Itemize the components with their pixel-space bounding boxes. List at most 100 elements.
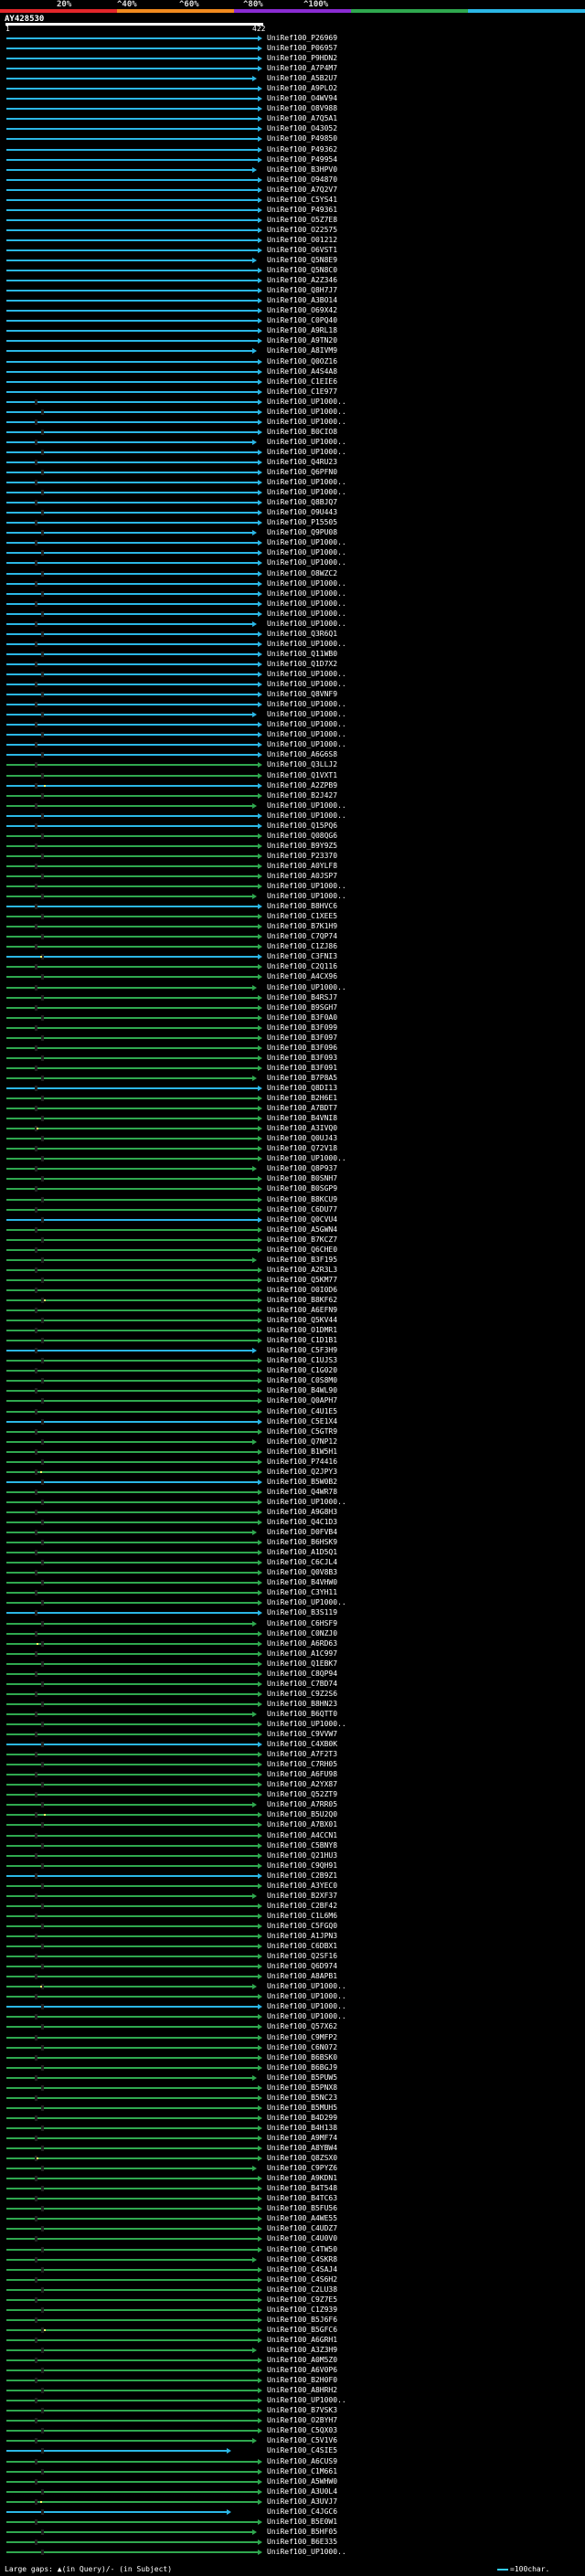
hit-label[interactable]: UniRef100_A1D5Q1 xyxy=(267,1548,337,1556)
hit-label[interactable]: UniRef100_Q21HU3 xyxy=(267,1851,337,1860)
hit-label[interactable]: UniRef100_A3Z3H9 xyxy=(267,2346,337,2354)
hit-label[interactable]: UniRef100_C4SIE5 xyxy=(267,2446,337,2454)
hit-label[interactable]: UniRef100_A8APB1 xyxy=(267,1972,337,1980)
hit-label[interactable]: UniRef100_P9HDN2 xyxy=(267,54,337,62)
hit-label[interactable]: UniRef100_C0NZJ0 xyxy=(267,1629,337,1638)
hit-label[interactable]: UniRef100_UP1000.. xyxy=(267,730,346,738)
hit-label[interactable]: UniRef100_UP1000.. xyxy=(267,1154,346,1162)
hit-label[interactable]: UniRef100_P49362 xyxy=(267,145,337,154)
hit-label[interactable]: UniRef100_C4XB0K xyxy=(267,1740,337,1748)
hit-label[interactable]: UniRef100_Q8VNF9 xyxy=(267,690,337,698)
hit-label[interactable]: UniRef100_A2YX87 xyxy=(267,1780,337,1788)
hit-label[interactable]: UniRef100_B6BSK0 xyxy=(267,2053,337,2062)
hit-label[interactable]: UniRef100_A4CX96 xyxy=(267,972,337,981)
hit-label[interactable]: UniRef100_Q4C1D3 xyxy=(267,1518,337,1526)
hit-label[interactable]: UniRef100_P74416 xyxy=(267,1458,337,1466)
hit-label[interactable]: UniRef100_B0SGP9 xyxy=(267,1184,337,1193)
hit-label[interactable]: UniRef100_UP1000.. xyxy=(267,892,346,900)
hit-label[interactable]: UniRef100_A8YBW4 xyxy=(267,2144,337,2152)
hit-label[interactable]: UniRef100_B2J427 xyxy=(267,791,337,800)
hit-label[interactable]: UniRef100_C0PQ40 xyxy=(267,316,337,324)
hit-label[interactable]: UniRef100_A3BO14 xyxy=(267,296,337,304)
hit-label[interactable]: UniRef100_A6G6S8 xyxy=(267,750,337,758)
hit-label[interactable]: UniRef100_Q5N8C0 xyxy=(267,266,337,274)
hit-label[interactable]: UniRef100_UP1000.. xyxy=(267,1992,346,2000)
hit-label[interactable]: UniRef100_UP1000.. xyxy=(267,558,346,567)
hit-label[interactable]: UniRef100_B5PNX8 xyxy=(267,2083,337,2092)
hit-label[interactable]: UniRef100_Q72V18 xyxy=(267,1144,337,1152)
hit-label[interactable]: UniRef100_B5NC23 xyxy=(267,2094,337,2102)
hit-label[interactable]: UniRef100_O8V988 xyxy=(267,104,337,112)
hit-label[interactable]: UniRef100_O9U443 xyxy=(267,508,337,516)
hit-label[interactable]: UniRef100_Q1VXT1 xyxy=(267,771,337,779)
hit-label[interactable]: UniRef100_Q6CHE0 xyxy=(267,1246,337,1254)
hit-label[interactable]: UniRef100_UP1000.. xyxy=(267,438,346,446)
hit-label[interactable]: UniRef100_A7F2T3 xyxy=(267,1750,337,1758)
hit-label[interactable]: UniRef100_A5B2U7 xyxy=(267,74,337,82)
hit-label[interactable]: UniRef100_Q3LLJ2 xyxy=(267,760,337,769)
hit-label[interactable]: UniRef100_P49850 xyxy=(267,134,337,143)
hit-label[interactable]: UniRef100_B3F0A0 xyxy=(267,1013,337,1022)
hit-label[interactable]: UniRef100_C6DBX1 xyxy=(267,1942,337,1950)
hit-label[interactable]: UniRef100_A7P4M7 xyxy=(267,64,337,72)
hit-label[interactable]: UniRef100_C7RH05 xyxy=(267,1760,337,1768)
hit-label[interactable]: UniRef100_Q6PFN0 xyxy=(267,468,337,476)
hit-label[interactable]: UniRef100_C4U1E5 xyxy=(267,1407,337,1415)
hit-label[interactable]: UniRef100_B5U2Q0 xyxy=(267,1810,337,1818)
hit-label[interactable]: UniRef100_B4RSJ7 xyxy=(267,993,337,1002)
hit-label[interactable]: UniRef100_C5GTR9 xyxy=(267,1427,337,1436)
hit-label[interactable]: UniRef100_UP1000.. xyxy=(267,1982,346,1990)
hit-label[interactable]: UniRef100_A7RR05 xyxy=(267,1800,337,1808)
hit-label[interactable]: UniRef100_A2ZPB9 xyxy=(267,781,337,790)
hit-label[interactable]: UniRef100_C1L6M6 xyxy=(267,1912,337,1920)
hit-label[interactable]: UniRef100_A9MF74 xyxy=(267,2134,337,2142)
hit-label[interactable]: UniRef100_UP1000.. xyxy=(267,700,346,708)
hit-label[interactable]: UniRef100_O6VST1 xyxy=(267,246,337,254)
hit-label[interactable]: UniRef100_B4TC63 xyxy=(267,2194,337,2202)
hit-label[interactable]: UniRef100_B5MUH5 xyxy=(267,2104,337,2112)
hit-label[interactable]: UniRef100_A3IVQ0 xyxy=(267,1124,337,1132)
hit-label[interactable]: UniRef100_C3FNI3 xyxy=(267,952,337,960)
hit-label[interactable]: UniRef100_A0JSP7 xyxy=(267,872,337,880)
hit-label[interactable]: UniRef100_B4D299 xyxy=(267,2114,337,2122)
hit-label[interactable]: UniRef100_O01212 xyxy=(267,236,337,244)
hit-label[interactable]: UniRef100_UP1000.. xyxy=(267,983,346,991)
hit-label[interactable]: UniRef100_C4TW50 xyxy=(267,2245,337,2253)
hit-label[interactable]: UniRef100_A1C997 xyxy=(267,1649,337,1658)
hit-label[interactable]: UniRef100_Q5N8E9 xyxy=(267,256,337,264)
hit-label[interactable]: UniRef100_B7VSK3 xyxy=(267,2406,337,2414)
hit-label[interactable]: UniRef100_B4T548 xyxy=(267,2184,337,2192)
hit-label[interactable]: UniRef100_Q57X62 xyxy=(267,2022,337,2030)
hit-label[interactable]: UniRef100_B3HPV0 xyxy=(267,165,337,174)
hit-label[interactable]: UniRef100_B4WL90 xyxy=(267,1386,337,1394)
hit-label[interactable]: UniRef100_C5F3H9 xyxy=(267,1346,337,1354)
hit-label[interactable]: UniRef100_B4VHW0 xyxy=(267,1578,337,1586)
hit-label[interactable]: UniRef100_B7K1H9 xyxy=(267,922,337,930)
hit-label[interactable]: UniRef100_A3UVJ7 xyxy=(267,2497,337,2506)
hit-label[interactable]: UniRef100_D0FVB4 xyxy=(267,1528,337,1536)
hit-label[interactable]: UniRef100_A1JPN3 xyxy=(267,1932,337,1940)
hit-label[interactable]: UniRef100_C0S8M0 xyxy=(267,1376,337,1384)
hit-label[interactable]: UniRef100_Q7NP12 xyxy=(267,1437,337,1446)
hit-label[interactable]: UniRef100_B5W0B2 xyxy=(267,1478,337,1486)
hit-label[interactable]: UniRef100_B3F097 xyxy=(267,1034,337,1042)
hit-label[interactable]: UniRef100_C9QH91 xyxy=(267,1861,337,1870)
hit-label[interactable]: UniRef100_Q4RU23 xyxy=(267,458,337,466)
hit-label[interactable]: UniRef100_UP1000.. xyxy=(267,418,346,426)
hit-label[interactable]: UniRef100_C4UDZ7 xyxy=(267,2224,337,2232)
hit-label[interactable]: UniRef100_C1D1B1 xyxy=(267,1336,337,1344)
hit-label[interactable]: UniRef100_O43052 xyxy=(267,124,337,133)
hit-label[interactable]: UniRef100_P49361 xyxy=(267,206,337,214)
hit-label[interactable]: UniRef100_UP1000.. xyxy=(267,740,346,748)
hit-label[interactable]: UniRef100_O69X42 xyxy=(267,306,337,314)
hit-label[interactable]: UniRef100_B4H138 xyxy=(267,2124,337,2132)
hit-label[interactable]: UniRef100_UP1000.. xyxy=(267,599,346,608)
hit-label[interactable]: UniRef100_A8IVM9 xyxy=(267,346,337,355)
hit-label[interactable]: UniRef100_B3F093 xyxy=(267,1054,337,1062)
hit-label[interactable]: UniRef100_O5Z7E8 xyxy=(267,216,337,224)
hit-label[interactable]: UniRef100_Q0OZ16 xyxy=(267,357,337,366)
hit-label[interactable]: UniRef100_C6CJL4 xyxy=(267,1558,337,1566)
hit-label[interactable]: UniRef100_C2Q116 xyxy=(267,962,337,970)
hit-label[interactable]: UniRef100_A9KDN1 xyxy=(267,2174,337,2182)
hit-label[interactable]: UniRef100_B1W5H1 xyxy=(267,1447,337,1456)
